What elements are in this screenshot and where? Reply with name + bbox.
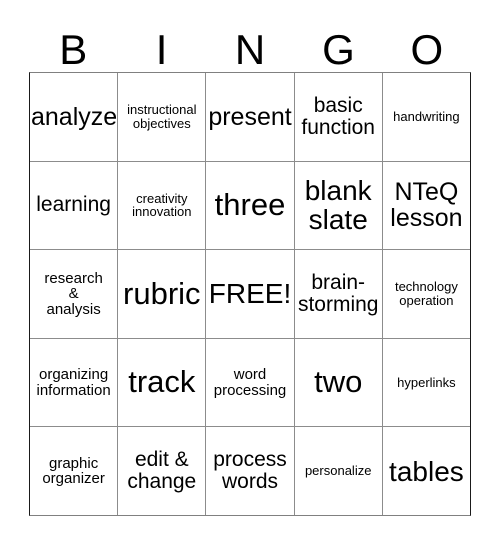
bingo-cell[interactable]: present <box>206 73 295 161</box>
bingo-cell[interactable]: hyperlinks <box>382 338 471 427</box>
bingo-cell[interactable]: track <box>118 338 207 427</box>
header-letter-i: I <box>155 26 168 73</box>
bingo-cell-label: technology operation <box>394 279 458 308</box>
bingo-cell-label: three <box>214 187 286 223</box>
bingo-cell-label: word processing <box>213 365 287 399</box>
bingo-cell-label: tables <box>389 455 464 487</box>
bingo-cell[interactable]: research & analysis <box>30 250 119 338</box>
bingo-cell[interactable]: rubric <box>118 250 207 338</box>
bingo-cell-label: research & analysis <box>44 269 103 318</box>
bingo-cell[interactable]: organizing information <box>30 338 119 427</box>
bingo-cell-label: graphic organizer <box>42 454 105 488</box>
bingo-header-letters: B I N G O <box>29 18 471 72</box>
header-letter-n: N <box>234 26 266 73</box>
bingo-cell[interactable]: analyze <box>30 73 119 161</box>
bingo-cell-label: edit & change <box>127 448 197 494</box>
bingo-cell-label: FREE! <box>208 278 292 310</box>
bingo-cell-label: track <box>128 364 196 400</box>
header-letter-o: O <box>410 26 444 73</box>
bingo-cell-label: creativity innovation <box>132 190 192 220</box>
bingo-cell[interactable]: three <box>206 161 295 250</box>
header-letter-g: G <box>322 26 355 73</box>
bingo-cell-label: handwriting <box>393 109 460 125</box>
bingo-cell-label: brain- storming <box>297 271 379 316</box>
bingo-cell[interactable]: creativity innovation <box>118 161 207 250</box>
bingo-cell-label: two <box>314 364 363 400</box>
bingo-cell-label: process words <box>213 448 287 494</box>
bingo-cell-free[interactable]: FREE! <box>206 250 295 338</box>
bingo-cell-label: basic function <box>301 93 375 139</box>
bingo-cell[interactable]: edit & change <box>118 427 207 515</box>
bingo-cell[interactable]: instructional objectives <box>118 73 207 161</box>
header-letter-b: B <box>59 26 88 73</box>
bingo-cell[interactable]: word processing <box>206 338 295 427</box>
bingo-cell-label: instructional objectives <box>127 102 197 131</box>
bingo-cell[interactable]: two <box>294 338 383 427</box>
bingo-cell-label: personalize <box>304 463 372 479</box>
bingo-grid: analyze instructional objectives present… <box>29 72 471 516</box>
bingo-cell-label: blank slate <box>304 175 372 236</box>
bingo-cell[interactable]: handwriting <box>382 73 471 161</box>
bingo-row: organizing information track word proces… <box>30 338 471 428</box>
bingo-card: B I N G O analyze instructional objectiv… <box>0 0 500 544</box>
bingo-cell[interactable]: tables <box>382 427 471 515</box>
bingo-cell[interactable]: brain- storming <box>294 250 383 338</box>
bingo-cell[interactable]: process words <box>206 427 295 515</box>
bingo-cell[interactable]: basic function <box>294 73 383 161</box>
bingo-row: graphic organizer edit & change process … <box>30 427 471 515</box>
bingo-row: learning creativity innovation three bla… <box>30 161 471 251</box>
bingo-cell-label: analyze <box>31 102 118 131</box>
bingo-cell-label: hyperlinks <box>397 374 456 390</box>
bingo-cell[interactable]: technology operation <box>382 250 471 338</box>
bingo-cell[interactable]: blank slate <box>294 161 383 250</box>
bingo-cell[interactable]: graphic organizer <box>30 427 119 515</box>
bingo-row: analyze instructional objectives present… <box>30 73 471 162</box>
bingo-cell-label: learning <box>36 193 111 217</box>
bingo-cell[interactable]: personalize <box>294 427 383 515</box>
bingo-cell-label: organizing information <box>36 365 111 399</box>
bingo-row: research & analysis rubric FREE! brain- … <box>30 250 471 339</box>
bingo-cell-label: rubric <box>123 275 201 311</box>
bingo-cell-label: present <box>208 102 292 131</box>
bingo-cell-label: NTeQ lesson <box>390 178 463 233</box>
bingo-cell[interactable]: NTeQ lesson <box>382 161 471 250</box>
bingo-cell[interactable]: learning <box>30 161 119 250</box>
